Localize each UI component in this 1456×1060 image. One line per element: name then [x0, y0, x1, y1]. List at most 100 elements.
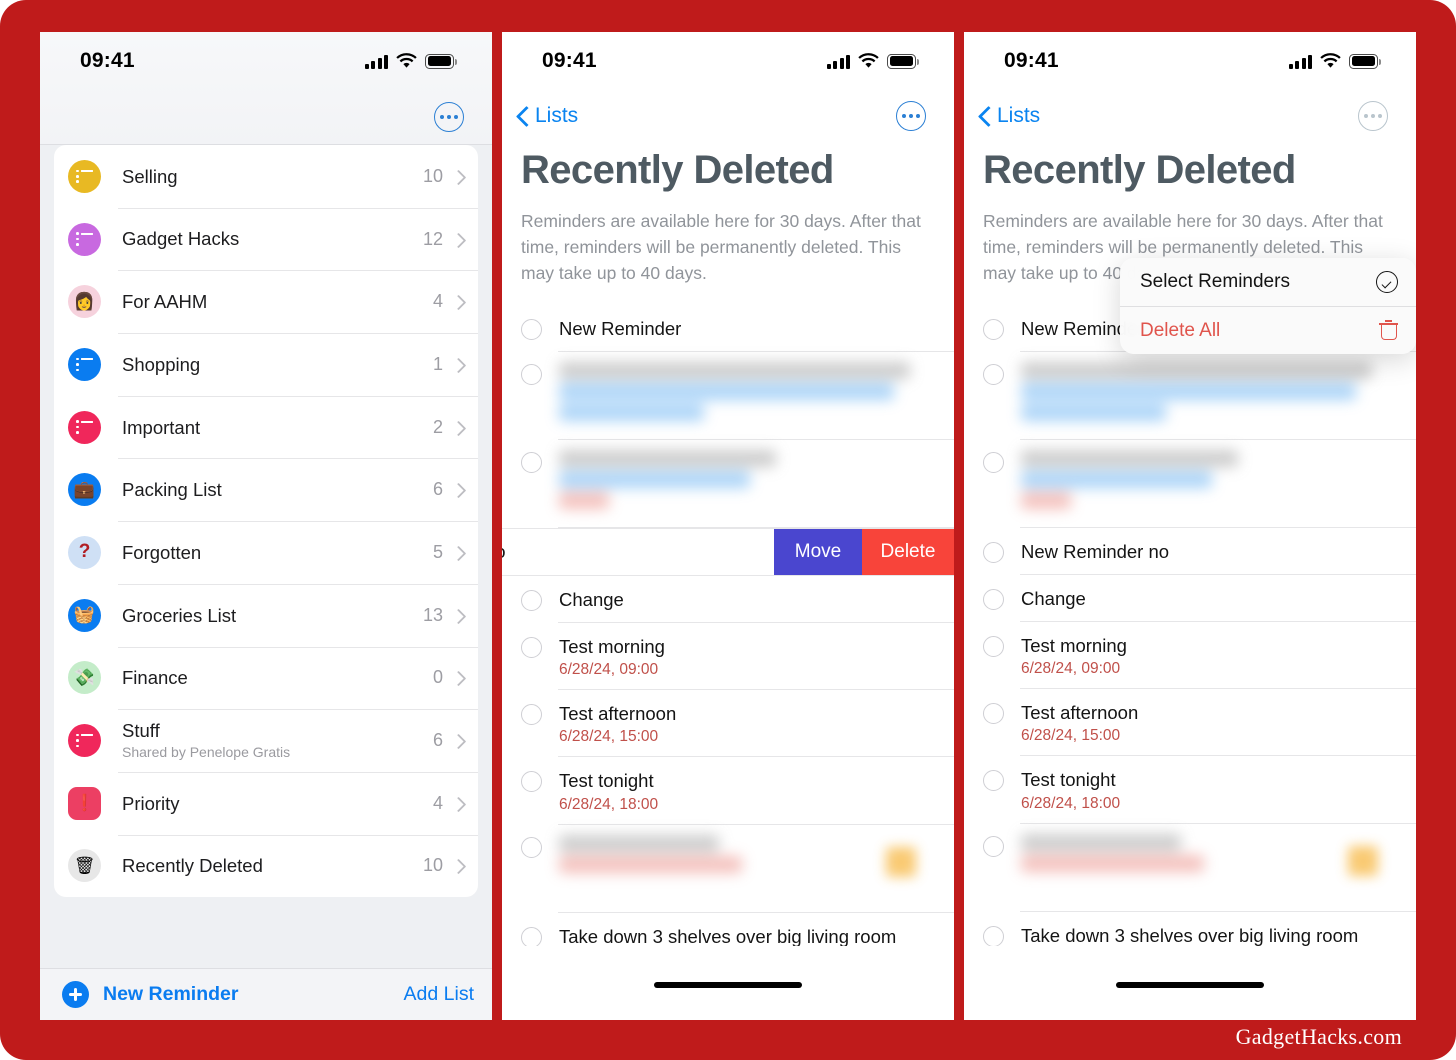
reminder-checkbox[interactable]: [521, 836, 542, 858]
list-item[interactable]: 💼 Packing List 6: [54, 458, 478, 521]
reminder-row[interactable]: Test morning 6/28/24, 09:00: [964, 622, 1416, 690]
cellular-bars-icon: [364, 54, 388, 69]
reminder-row[interactable]: New Reminder: [502, 305, 954, 352]
list-item[interactable]: Gadget Hacks 12: [54, 207, 478, 271]
redacted-bar: [559, 491, 609, 509]
reminder-row[interactable]: Change: [964, 575, 1416, 622]
reminder-checkbox[interactable]: [521, 589, 542, 611]
reminder-date: 6/28/24, 18:00: [1021, 795, 1402, 813]
reminder-row[interactable]: New Reminder no: [964, 528, 1416, 575]
list-item[interactable]: 👩 For AAHM 4: [54, 270, 478, 333]
reminder-title: New Reminder: [559, 317, 682, 339]
reminder-checkbox[interactable]: [983, 451, 1004, 473]
list-item[interactable]: ❗ Priority 4: [54, 771, 478, 835]
status-bar: 09:41: [502, 32, 954, 90]
money-with-wings-icon: 💸: [68, 661, 101, 695]
home-indicator[interactable]: [1116, 982, 1264, 988]
more-options-icon[interactable]: [896, 101, 926, 131]
reminder-row[interactable]: Test afternoon 6/28/24, 15:00: [964, 689, 1416, 757]
reminder-checkbox[interactable]: [983, 770, 1004, 792]
move-button[interactable]: Move: [774, 527, 862, 576]
reminder-row-redacted[interactable]: [502, 440, 954, 528]
reminder-row[interactable]: Test tonight 6/28/24, 18:00: [964, 756, 1416, 824]
panel3-navbar: Lists: [964, 90, 1416, 142]
reminder-row-redacted[interactable]: [964, 824, 1416, 912]
chevron-right-icon: [453, 858, 462, 873]
orange-flag-icon: [1348, 845, 1378, 876]
redacted-bar: [559, 449, 777, 467]
list-item[interactable]: Stuff Shared by Penelope Gratis 6: [54, 709, 478, 772]
reminder-checkbox[interactable]: [521, 926, 542, 948]
reminder-checkbox[interactable]: [983, 318, 1004, 340]
chevron-left-icon: [518, 107, 529, 126]
reminder-checkbox[interactable]: [521, 703, 542, 725]
new-reminder-button[interactable]: New Reminder: [62, 981, 238, 1008]
menu-item-select-reminders[interactable]: Select Reminders: [1120, 258, 1416, 306]
redacted-content: [542, 449, 940, 513]
reminder-row-redacted[interactable]: [502, 352, 954, 440]
reminder-checkbox[interactable]: [521, 451, 542, 473]
reminder-title: New Reminder no: [1021, 540, 1170, 562]
reminder-checkbox[interactable]: [983, 925, 1004, 947]
list-item[interactable]: 🗑 Recently Deleted 10: [54, 834, 478, 898]
more-options-icon[interactable]: [1358, 101, 1388, 131]
chevron-right-icon: [453, 482, 462, 497]
list-item[interactable]: Important 2: [54, 395, 478, 459]
reminder-checkbox[interactable]: [521, 363, 542, 385]
reminder-checkbox[interactable]: [983, 635, 1004, 657]
reminder-row[interactable]: Test tonight 6/28/24, 18:00: [502, 757, 954, 825]
list-item[interactable]: ? Forgotten 5: [54, 521, 478, 584]
list-item-text: Important: [101, 416, 433, 439]
wifi-icon: [396, 53, 417, 69]
add-list-button[interactable]: Add List: [404, 983, 474, 1006]
reminder-row-redacted[interactable]: [964, 440, 1416, 528]
list-item-count: 5: [432, 541, 443, 562]
more-options-icon[interactable]: [434, 102, 464, 132]
reminder-checkbox[interactable]: [983, 363, 1004, 385]
reminder-checkbox[interactable]: [983, 541, 1004, 563]
list-item[interactable]: 💸 Finance 0: [54, 646, 478, 710]
page-title: Recently Deleted: [521, 148, 834, 192]
memoji-avatar-icon: 👩: [68, 285, 101, 319]
reminder-date-text: 6/28/24, 15:00: [559, 728, 659, 746]
reminder-checkbox[interactable]: [983, 588, 1004, 610]
reminder-row[interactable]: Test morning 6/28/24, 09:00: [502, 623, 954, 691]
back-to-lists-button[interactable]: Lists: [980, 104, 1040, 128]
back-to-lists-button[interactable]: Lists: [518, 104, 578, 128]
list-item[interactable]: 🧺 Groceries List 13: [54, 583, 478, 647]
trash-icon: 🗑: [68, 849, 101, 883]
reminder-checkbox[interactable]: [521, 636, 542, 658]
list-item-label: Groceries List: [122, 604, 237, 626]
home-indicator[interactable]: [654, 982, 802, 988]
reminder-checkbox[interactable]: [521, 318, 542, 340]
list-item-count: 1: [432, 353, 443, 374]
status-bar: 09:41: [964, 32, 1416, 90]
status-time: 09:41: [542, 49, 597, 72]
plus-circle-icon: [62, 981, 89, 1008]
reminder-title: Test morning: [1021, 634, 1127, 656]
redacted-content: [542, 834, 940, 877]
list-item[interactable]: Shopping 1: [54, 333, 478, 396]
delete-button[interactable]: Delete: [862, 527, 954, 576]
phone-panel-recently-deleted-menu: 09:41 Lists Recently Deleted Reminders a…: [964, 32, 1416, 1020]
reminder-row[interactable]: Change: [502, 576, 954, 623]
cellular-bars-icon: [1288, 54, 1312, 69]
chevron-right-icon: [453, 294, 462, 309]
reminder-checkbox[interactable]: [521, 771, 542, 793]
check-circle-icon: [1376, 271, 1398, 293]
question-mark-icon: ?: [68, 535, 101, 569]
status-bar: 09:41: [40, 32, 492, 90]
reminder-row-swiped[interactable]: noMoveDelete: [502, 527, 954, 576]
redacted-bar: [1021, 470, 1212, 488]
list-item[interactable]: Selling 10: [54, 145, 478, 208]
phone-panel-recently-deleted: 09:41 Lists Recently Deleted Reminders a…: [502, 32, 954, 1020]
reminder-checkbox[interactable]: [983, 835, 1004, 857]
menu-item-delete-all[interactable]: Delete All: [1120, 306, 1416, 354]
reminder-row-redacted[interactable]: [502, 825, 954, 913]
reminder-checkbox[interactable]: [983, 702, 1004, 724]
reminder-date: 6/28/24, 15:00: [559, 728, 940, 746]
reminder-row[interactable]: Test afternoon 6/28/24, 15:00: [502, 690, 954, 758]
home-indicator-area: [964, 946, 1416, 1020]
reminder-row-redacted[interactable]: [964, 352, 1416, 440]
list-item-text: For AAHM: [101, 290, 433, 313]
